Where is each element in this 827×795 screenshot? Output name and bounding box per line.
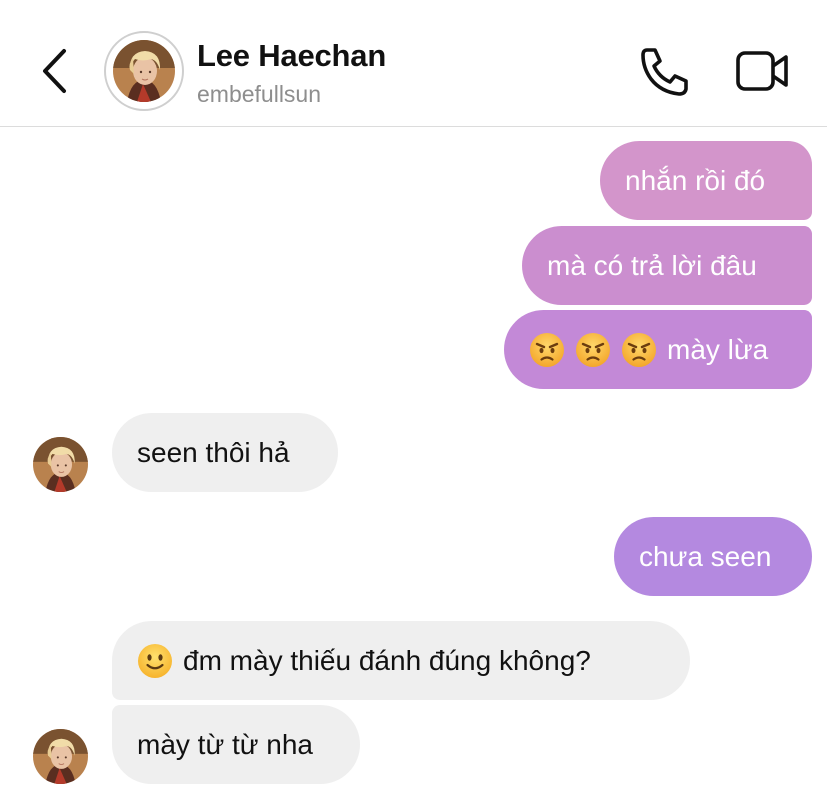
back-button[interactable] [34, 45, 74, 97]
phone-icon [641, 48, 688, 96]
slightly-smiling-face-icon [137, 643, 173, 679]
message-bubble-outgoing[interactable]: chưa seen [614, 517, 812, 596]
message-bubble-incoming[interactable]: mày từ từ nha [112, 705, 360, 784]
message-text: seen thôi hả [137, 436, 290, 468]
message-text: mày lừa [667, 333, 769, 365]
video-camera-icon [736, 51, 788, 91]
message-bubble-outgoing[interactable]: mày lừa [504, 310, 812, 389]
contact-avatar[interactable] [104, 31, 184, 111]
angry-face-icon [529, 332, 565, 368]
message-text: nhắn rồi đó [625, 164, 766, 196]
message-bubble-incoming[interactable]: seen thôi hả [112, 413, 338, 492]
contact-name[interactable]: Lee Haechan [197, 38, 386, 74]
contact-username[interactable]: embefullsun [197, 81, 321, 108]
contact-avatar-small[interactable] [33, 729, 88, 784]
message-text: chưa seen [639, 540, 772, 572]
video-call-button[interactable] [735, 48, 791, 94]
message-bubble-outgoing[interactable]: mà có trả lời đâu [522, 226, 812, 305]
direct-message-screen: Lee Haechan embefullsun nhắn rồi đó mà c… [0, 0, 827, 795]
audio-call-button[interactable] [638, 46, 692, 98]
message-bubble-outgoing[interactable]: nhắn rồi đó [600, 141, 812, 220]
contact-avatar-small[interactable] [33, 437, 88, 492]
profile-photo [113, 40, 175, 102]
message-text: mày từ từ nha [137, 728, 313, 760]
angry-face-icon [575, 332, 611, 368]
chevron-left-icon [43, 49, 66, 93]
message-text: đm mày thiếu đánh đúng không? [183, 644, 591, 676]
message-bubble-incoming[interactable]: đm mày thiếu đánh đúng không? [112, 621, 690, 700]
angry-face-icon [621, 332, 657, 368]
message-text: mà có trả lời đâu [547, 249, 757, 281]
chat-header: Lee Haechan embefullsun [0, 0, 827, 127]
